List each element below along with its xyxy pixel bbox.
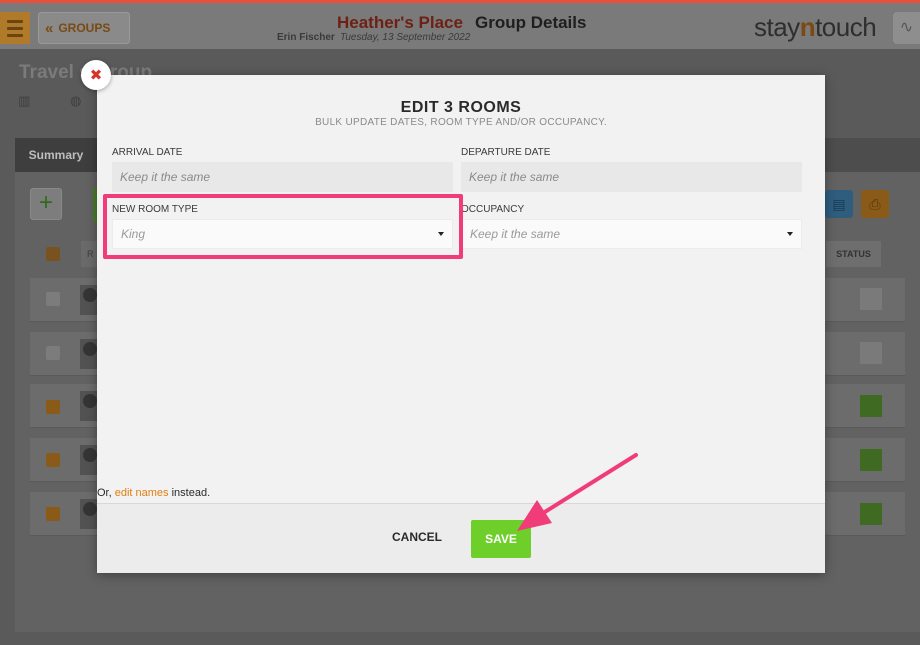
brand-logo: stayntouch (754, 12, 877, 42)
row-checkbox[interactable] (46, 346, 60, 360)
arrival-date-field[interactable]: Keep it the same (112, 162, 453, 192)
cancel-button[interactable]: CANCEL (392, 530, 442, 544)
avatar (80, 285, 97, 315)
avatar (80, 391, 97, 421)
close-icon[interactable]: ✖ (81, 60, 111, 90)
user-name: Erin Fischer (277, 32, 335, 43)
status-indicator (860, 288, 882, 310)
dropdown-caret-icon (787, 232, 793, 236)
status-column-header: STATUS (826, 241, 881, 267)
dialog-title: EDIT 3 ROOMS (400, 99, 522, 116)
avatar (80, 445, 97, 475)
edit-names-note: Or, edit names instead. (97, 487, 211, 499)
occupancy-select[interactable]: Keep it the same (461, 219, 802, 249)
add-room-button[interactable]: + (30, 188, 62, 220)
row-checkbox[interactable] (46, 292, 60, 306)
signal-icon[interactable]: ∿ (893, 12, 920, 44)
occupancy-label: OCCUPANCY (461, 204, 525, 215)
save-button[interactable]: SAVE (471, 520, 531, 558)
avatar (80, 339, 97, 369)
avatar (80, 499, 97, 529)
edit-rooms-dialog: EDIT 3 ROOMS BULK UPDATE DATES, ROOM TYP… (97, 75, 825, 573)
hamburger-menu-button[interactable] (0, 12, 30, 44)
double-chevron-left-icon: « (45, 19, 54, 37)
arrival-date-label: ARRIVAL DATE (112, 147, 183, 158)
room-type-highlight (103, 194, 463, 259)
status-indicator (860, 342, 882, 364)
dialog-footer: CANCEL SAVE (97, 503, 825, 573)
departure-date-field[interactable]: Keep it the same (461, 162, 802, 192)
document-icon[interactable]: ▤ (825, 190, 853, 218)
dialog-subtitle: BULK UPDATE DATES, ROOM TYPE AND/OR OCCU… (315, 117, 607, 128)
row-checkbox[interactable] (46, 507, 60, 521)
departure-date-label: DEPARTURE DATE (461, 147, 551, 158)
room-column-header: R (81, 241, 97, 267)
edit-names-link[interactable]: edit names (115, 487, 169, 499)
hotel-name: Heather's Place (337, 13, 463, 32)
select-all-checkbox[interactable] (46, 247, 60, 261)
row-checkbox[interactable] (46, 453, 60, 467)
page-title: Group Details (475, 13, 587, 32)
status-indicator (860, 395, 882, 417)
printer-icon[interactable]: ⎙ (861, 190, 889, 218)
building-icon: ▥ (18, 93, 31, 108)
business-date: Tuesday, 13 September 2022 (340, 32, 471, 43)
app-header: « GROUPS Heather's Place Group Details E… (0, 3, 920, 49)
tab-summary[interactable]: Summary (15, 138, 97, 172)
back-to-groups-button[interactable]: « GROUPS (38, 12, 130, 44)
row-checkbox[interactable] (46, 400, 60, 414)
groups-label: GROUPS (58, 21, 111, 35)
occupancy-value: Keep it the same (470, 227, 561, 241)
status-indicator (860, 503, 882, 525)
status-indicator (860, 449, 882, 471)
globe-icon: ◍ (70, 93, 82, 108)
